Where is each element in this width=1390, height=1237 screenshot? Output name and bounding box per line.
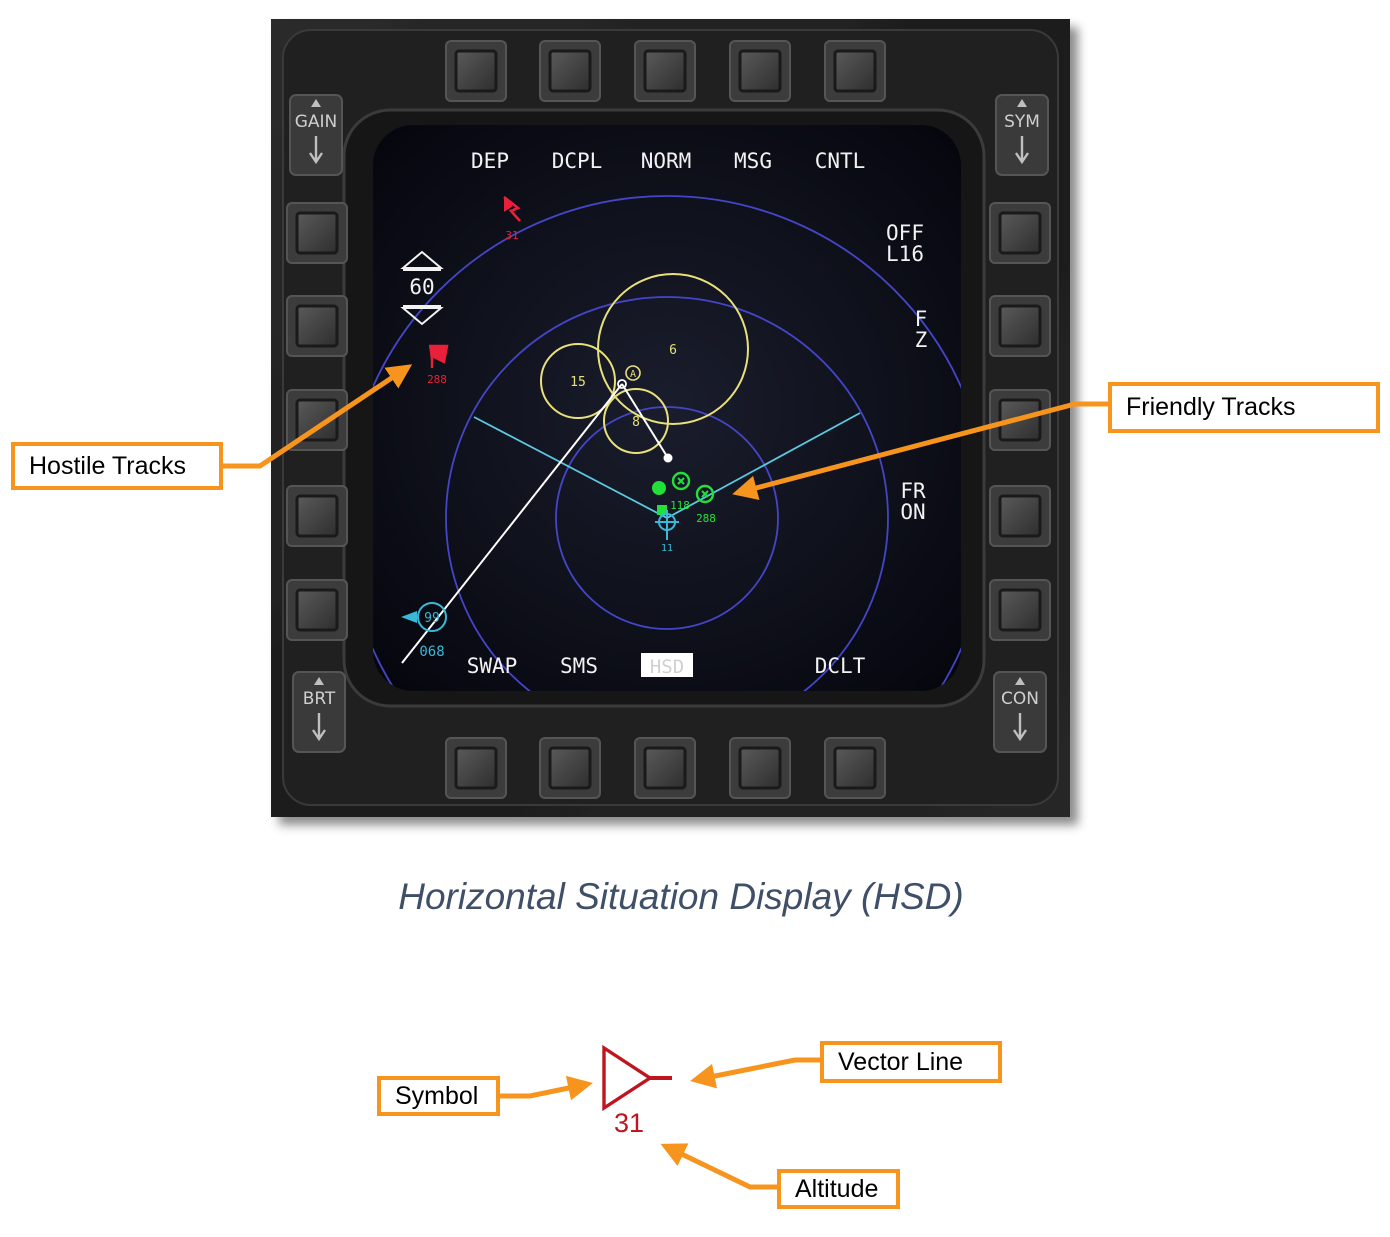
hostile-alt-top: 31 <box>505 229 518 242</box>
osb-cap <box>295 494 339 538</box>
osb-label-sms: SMS <box>560 654 598 678</box>
osb-right-button[interactable] <box>989 295 1051 357</box>
rocker-gain[interactable]: GAIN <box>289 94 343 176</box>
osb-cap <box>998 494 1042 538</box>
altitude-callout: Altitude <box>777 1169 900 1209</box>
osb-label-hsd: HSD <box>650 656 684 678</box>
symbol-callout-arrow <box>498 1075 593 1101</box>
cyan-track-label: 99 <box>424 611 440 626</box>
osb-bottom-button[interactable] <box>634 737 696 799</box>
osb-label-swap: SWAP <box>467 654 518 678</box>
osb-cap <box>998 304 1042 348</box>
osb-bottom-button[interactable] <box>539 737 601 799</box>
osb-label-dep: DEP <box>471 149 509 173</box>
waypoint-a-letter: A <box>630 369 636 380</box>
osb-cap <box>998 211 1042 255</box>
rocker-con[interactable]: CON <box>993 671 1047 753</box>
legend-triangle-icon <box>602 1044 654 1112</box>
osb-cap <box>454 746 498 790</box>
cyan-track-alt: 068 <box>419 644 444 660</box>
osb-top-button[interactable] <box>634 40 696 102</box>
osb-cap <box>295 211 339 255</box>
vector-line-callout: Vector Line <box>820 1041 1002 1083</box>
osb-cap <box>454 49 498 93</box>
hostile-tracks-callout: Hostile Tracks <box>11 442 223 490</box>
threat-label-left: 15 <box>570 375 586 390</box>
osb-label-cntl: CNTL <box>815 149 866 173</box>
rocker-sym[interactable]: SYM <box>995 94 1049 176</box>
rocker-gain-label: GAIN <box>295 112 338 132</box>
osb-label-l16: L16 <box>886 242 924 266</box>
ownship-alt: 11 <box>661 543 673 554</box>
osb-right-button[interactable] <box>989 202 1051 264</box>
osb-cap <box>998 588 1042 632</box>
altitude-callout-arrow <box>660 1143 779 1190</box>
osb-label-dclt: DCLT <box>815 654 866 678</box>
osb-bottom-button[interactable] <box>824 737 886 799</box>
osb-label-norm: NORM <box>641 149 692 173</box>
osb-label-dcpl: DCPL <box>552 149 603 173</box>
osb-cap <box>833 49 877 93</box>
osb-right-button[interactable] <box>989 579 1051 641</box>
rocker-con-label: CON <box>1001 689 1039 709</box>
osb-left-button[interactable] <box>286 295 348 357</box>
osb-label-z: Z <box>915 328 928 352</box>
osb-top-button[interactable] <box>729 40 791 102</box>
threat-label-large: 6 <box>669 343 677 358</box>
osb-cap <box>643 746 687 790</box>
osb-cap <box>643 49 687 93</box>
osb-right-button[interactable] <box>989 485 1051 547</box>
vector-callout-arrow <box>690 1057 822 1089</box>
osb-cap <box>738 49 782 93</box>
figure-caption: Horizontal Situation Display (HSD) <box>398 876 964 917</box>
threat-label-small: 8 <box>632 415 640 430</box>
range-value: 60 <box>409 275 434 299</box>
friendly-alt-1: 118 <box>670 499 690 512</box>
rocker-brt[interactable]: BRT <box>292 671 346 753</box>
osb-cap <box>548 49 592 93</box>
osb-bottom-button[interactable] <box>729 737 791 799</box>
osb-cap <box>548 746 592 790</box>
osb-cap <box>295 304 339 348</box>
osb-label-on: ON <box>900 500 925 524</box>
rocker-brt-label: BRT <box>303 689 336 709</box>
friendly-alt-2: 288 <box>696 512 716 525</box>
osb-top-button[interactable] <box>445 40 507 102</box>
osb-top-button[interactable] <box>824 40 886 102</box>
osb-left-button[interactable] <box>286 202 348 264</box>
legend-altitude-value: 31 <box>614 1108 644 1138</box>
symbol-callout: Symbol <box>377 1076 500 1116</box>
osb-left-button[interactable] <box>286 485 348 547</box>
osb-top-button[interactable] <box>539 40 601 102</box>
friendly-track-solid <box>652 481 666 495</box>
waypoint-dot <box>663 453 673 463</box>
rocker-sym-label: SYM <box>1004 112 1040 132</box>
friendly-tracks-callout: Friendly Tracks <box>1108 382 1380 433</box>
osb-cap <box>738 746 782 790</box>
legend-symbol: 31 <box>602 1044 672 1138</box>
hostile-alt-left: 288 <box>427 373 447 386</box>
osb-left-button[interactable] <box>286 579 348 641</box>
figure-canvas: GAIN SYM BRT CON DEP DCPL NORM MSG CNTL … <box>222 19 1110 1190</box>
osb-bottom-button[interactable] <box>445 737 507 799</box>
osb-cap <box>295 588 339 632</box>
osb-label-msg: MSG <box>734 149 772 173</box>
osb-cap <box>833 746 877 790</box>
